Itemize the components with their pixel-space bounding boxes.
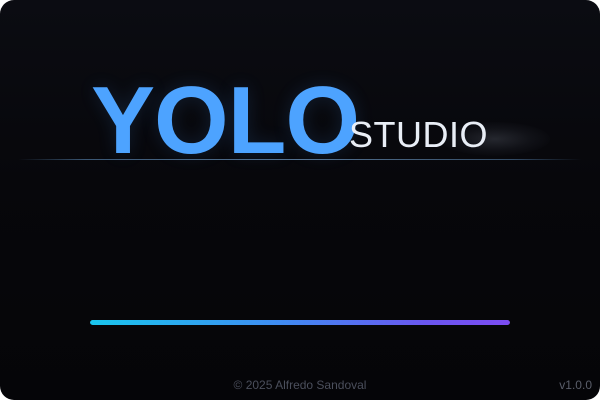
logo-sub-text: STUDIO	[349, 114, 489, 155]
copyright-text: © 2025 Alfredo Sandoval	[233, 378, 367, 392]
loading-progress-bar	[90, 320, 510, 325]
splash-screen: YOLO STUDIO © 2025 Alfredo Sandoval v1.0…	[0, 0, 600, 400]
logo-divider	[18, 159, 582, 160]
version-label: v1.0.0	[559, 378, 592, 392]
loading-progress-fill	[90, 320, 510, 325]
logo-main-text: YOLO	[91, 67, 360, 174]
